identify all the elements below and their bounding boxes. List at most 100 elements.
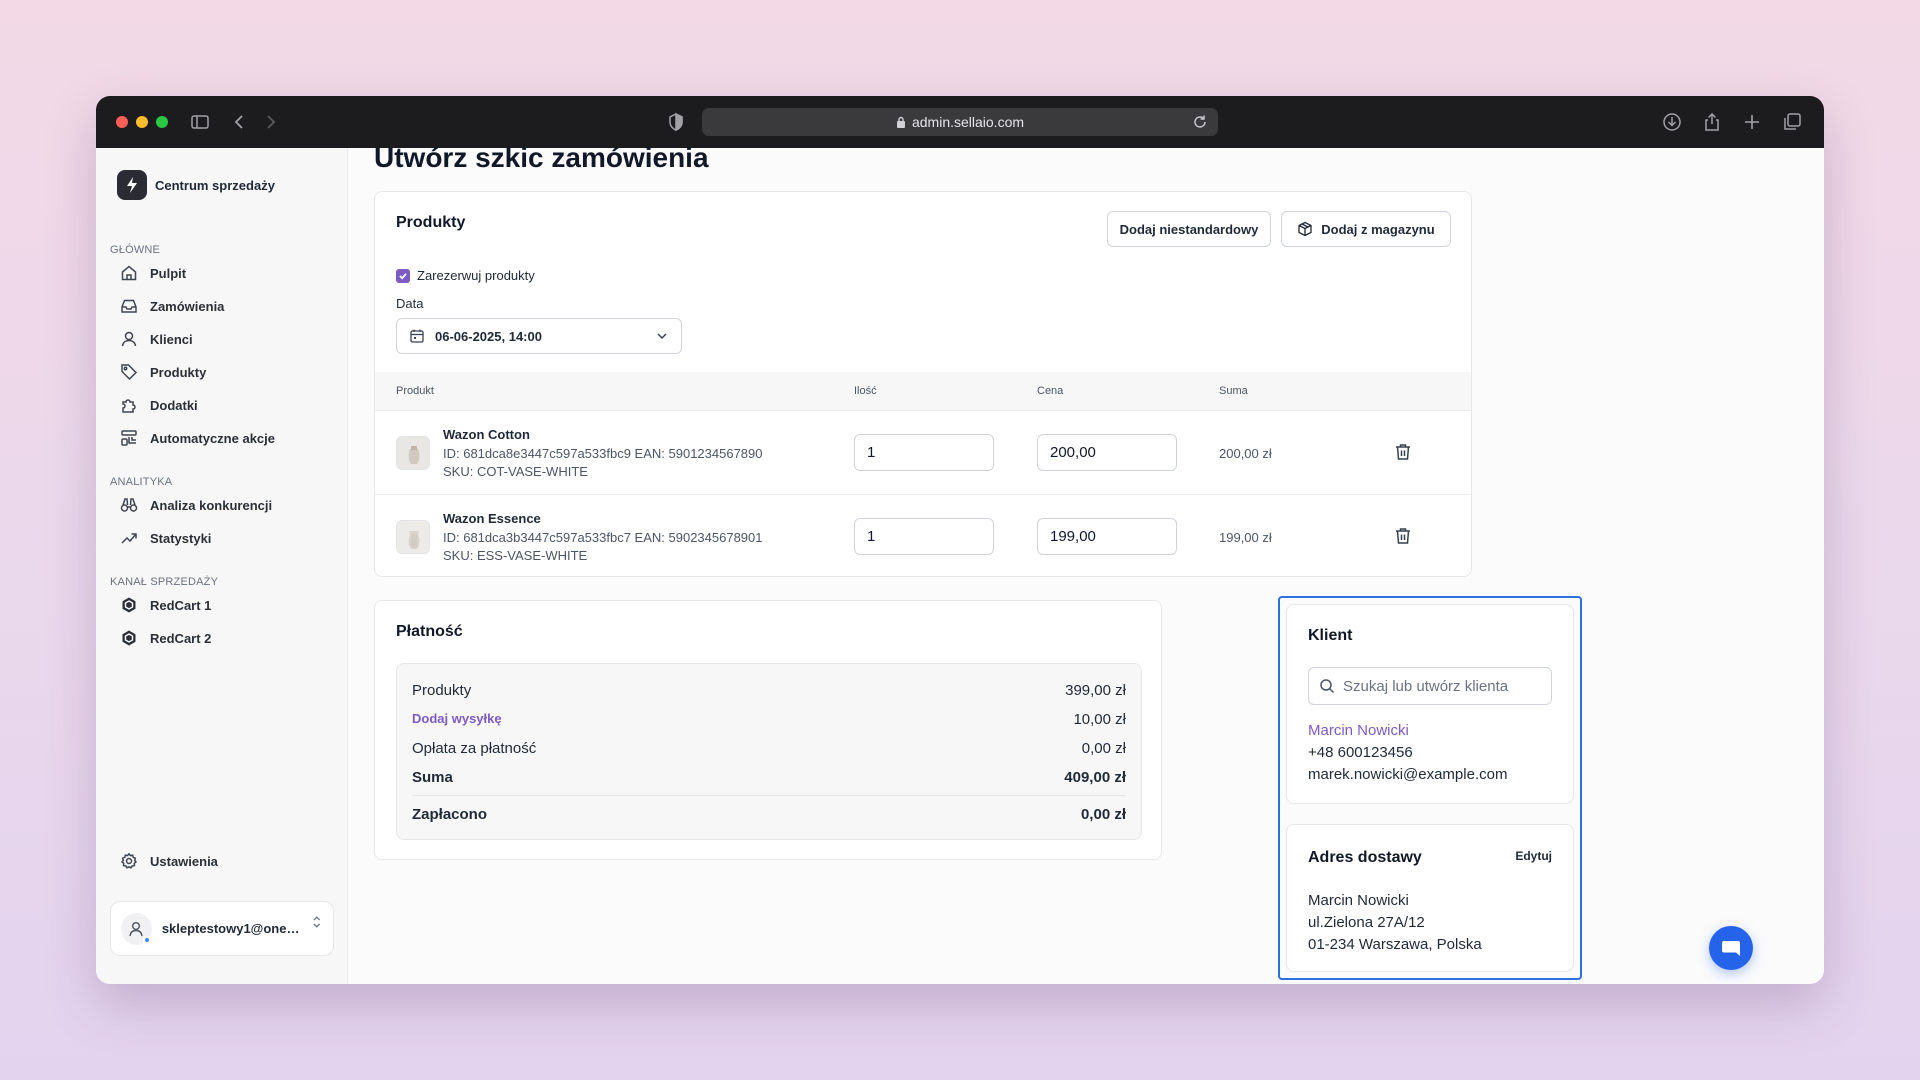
sidebar-item-automations[interactable]: Automatyczne akcje [120, 425, 275, 451]
date-picker[interactable]: 06-06-2025, 14:00 [396, 318, 682, 354]
account-switcher[interactable]: skleptestowy1@onet.pl [110, 901, 334, 956]
home-icon [121, 265, 137, 281]
sidebar-item-redcart-2[interactable]: RedCart 2 [120, 625, 211, 651]
package-icon [1298, 221, 1312, 237]
download-icon[interactable] [1662, 112, 1682, 132]
inbox-icon [121, 299, 137, 313]
product-id-ean: ID: 681dca8e3447c597a533fbc9 EAN: 590123… [443, 446, 763, 461]
add-shipping-link[interactable]: Dodaj wysyłkę [412, 711, 502, 728]
edit-address-button[interactable]: Edytuj [1515, 849, 1552, 863]
payment-products-label: Produkty [412, 682, 472, 699]
payment-paid-value: 0,00 zł [1080, 806, 1126, 823]
account-email: skleptestowy1@onet.pl [161, 921, 302, 936]
privacy-shield-icon[interactable] [666, 112, 686, 132]
row-sum: 199,00 zł [1219, 530, 1272, 545]
brand[interactable]: Centrum sprzedaży [117, 170, 275, 200]
sidebar-item-label: Pulpit [150, 265, 187, 281]
sidebar-item-products[interactable]: Produkty [120, 359, 206, 385]
nav-section-main: GŁÓWNE [110, 244, 161, 256]
sidebar-toggle-icon[interactable] [190, 112, 210, 132]
payment-shipping-value: 10,00 zł [1073, 711, 1126, 728]
row-sum: 200,00 zł [1219, 446, 1272, 461]
back-icon[interactable] [230, 112, 250, 132]
brand-name: Centrum sprzedaży [155, 177, 275, 193]
share-icon[interactable] [1702, 112, 1722, 132]
sidebar-item-redcart-1[interactable]: RedCart 1 [120, 592, 211, 618]
search-icon [1320, 679, 1335, 694]
client-phone: +48 600123456 [1308, 744, 1413, 761]
maximize-window-button[interactable] [156, 116, 168, 128]
product-sku: SKU: ESS-VASE-WHITE [443, 548, 588, 563]
check-icon [399, 272, 407, 280]
price-input[interactable]: 200,00 [1037, 434, 1177, 471]
quantity-input[interactable]: 1 [854, 518, 994, 555]
payment-line-fee: Opłata za płatność 0,00 zł [412, 740, 1126, 757]
hexagon-logo-icon [122, 630, 136, 646]
column-header-price: Cena [1037, 385, 1064, 397]
shipping-address-title: Adres dostawy [1308, 849, 1422, 866]
table-row: Wazon Cotton ID: 681dca8e3447c597a533fbc… [375, 410, 1471, 494]
sidebar-item-addons[interactable]: Dodatki [120, 392, 198, 418]
product-thumbnail [396, 520, 430, 554]
sidebar-item-label: Produkty [150, 364, 207, 380]
payment-fee-label: Opłata za płatność [412, 740, 537, 757]
nav-section-sales-channel: KANAŁ SPRZEDAŻY [110, 576, 219, 588]
new-tab-icon[interactable] [1742, 112, 1762, 132]
date-label: Data [396, 296, 424, 311]
payment-summary: Produkty 399,00 zł Dodaj wysyłkę 10,00 z… [396, 663, 1142, 840]
sidebar-item-statistics[interactable]: Statystyki [120, 525, 211, 551]
chat-support-button[interactable] [1709, 926, 1753, 970]
minimize-window-button[interactable] [136, 116, 148, 128]
payment-card-title: Płatność [396, 623, 463, 640]
products-table-header: Produkt Ilość Cena Suma [375, 372, 1471, 410]
address-name: Marcin Nowicki [1308, 892, 1409, 909]
product-thumbnail [396, 436, 430, 470]
address-street: ul.Zielona 27A/12 [1308, 914, 1425, 931]
sidebar-item-settings[interactable]: Ustawienia [120, 848, 218, 874]
add-from-stock-button[interactable]: Dodaj z magazynu [1281, 211, 1451, 247]
sidebar-item-customers[interactable]: Klienci [120, 326, 193, 352]
client-search-placeholder: Szukaj lub utwórz klienta [1343, 677, 1509, 695]
browser-titlebar: admin.sellaio.com [96, 96, 1824, 148]
sidebar-item-orders[interactable]: Zamówienia [120, 293, 224, 319]
close-window-button[interactable] [116, 116, 128, 128]
column-header-quantity: Ilość [854, 385, 877, 397]
sidebar-item-label: Automatyczne akcje [150, 430, 275, 446]
sidebar-item-label: Zamówienia [150, 298, 225, 314]
workflow-icon [121, 430, 137, 446]
sidebar-item-label: Ustawienia [150, 853, 218, 869]
forward-icon[interactable] [260, 112, 280, 132]
sidebar: Centrum sprzedaży GŁÓWNE Pulpit Zamówien… [96, 148, 348, 984]
trending-up-icon [121, 533, 137, 544]
reserve-products-checkbox[interactable] [396, 268, 410, 283]
payment-line-total: Suma 409,00 zł [412, 769, 1126, 786]
puzzle-icon [122, 399, 136, 413]
payment-card: Płatność Produkty 399,00 zł Dodaj wysyłk… [374, 600, 1162, 860]
product-sku: SKU: COT-VASE-WHITE [443, 464, 588, 479]
client-name-link[interactable]: Marcin Nowicki [1308, 722, 1409, 739]
reserve-products-checkbox-row[interactable]: Zarezerwuj produkty [396, 268, 535, 283]
sidebar-item-competitor-analysis[interactable]: Analiza konkurencji [120, 492, 272, 518]
client-search-input[interactable]: Szukaj lub utwórz klienta [1308, 667, 1552, 705]
address-bar[interactable]: admin.sellaio.com [702, 108, 1218, 136]
avatar [121, 912, 152, 945]
payment-products-value: 399,00 zł [1065, 682, 1126, 699]
trash-icon[interactable] [1393, 442, 1413, 462]
tag-icon [121, 364, 138, 381]
price-input[interactable]: 199,00 [1037, 518, 1177, 555]
nav-section-analytics: ANALITYKA [110, 476, 173, 488]
products-card: Produkty Dodaj niestandardowy Dodaj z ma… [374, 191, 1472, 577]
sidebar-item-dashboard[interactable]: Pulpit [120, 260, 186, 286]
reload-icon[interactable] [1192, 114, 1208, 130]
add-from-stock-label: Dodaj z magazynu [1321, 221, 1435, 237]
client-card: Klient Szukaj lub utwórz klienta Marcin … [1286, 604, 1574, 804]
sidebar-item-label: RedCart 2 [150, 630, 212, 646]
quantity-input[interactable]: 1 [854, 434, 994, 471]
tab-overview-icon[interactable] [1782, 112, 1802, 132]
sidebar-item-label: Statystyki [150, 530, 212, 546]
user-icon [129, 921, 144, 936]
payment-divider [412, 795, 1126, 796]
trash-icon[interactable] [1393, 526, 1413, 546]
add-custom-button[interactable]: Dodaj niestandardowy [1107, 211, 1271, 247]
browser-window: admin.sellaio.com Centrum sprzedaży GŁÓW… [96, 96, 1824, 984]
